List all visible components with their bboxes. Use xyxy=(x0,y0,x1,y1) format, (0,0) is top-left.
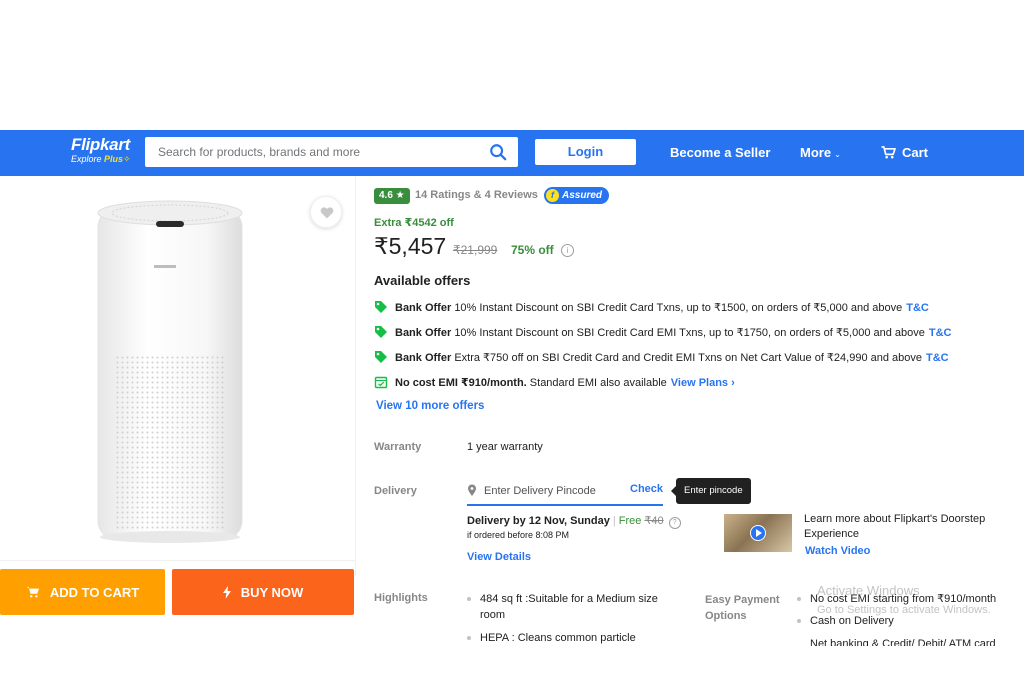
product-image[interactable] xyxy=(90,195,250,550)
become-seller-link[interactable]: Become a Seller xyxy=(670,145,770,160)
cart-icon xyxy=(881,146,896,159)
ratings-reviews-count[interactable]: 14 Ratings & 4 Reviews xyxy=(415,189,538,201)
offer-text: Standard EMI also available xyxy=(529,377,667,389)
terms-link[interactable]: T&C xyxy=(929,327,952,339)
terms-link[interactable]: T&C xyxy=(926,352,949,364)
offer-item: No cost EMI ₹910/month. Standard EMI als… xyxy=(374,375,735,389)
logo-brand: Flipkart xyxy=(71,135,131,154)
selling-price: ₹5,457 xyxy=(374,233,447,259)
offer-text: Extra ₹750 off on SBI Credit Card and Cr… xyxy=(454,352,923,364)
warranty-label: Warranty xyxy=(374,441,422,453)
search-input[interactable] xyxy=(145,137,480,167)
free-delivery-label: Free xyxy=(618,515,642,527)
cart-link[interactable]: Cart xyxy=(881,145,928,160)
login-button[interactable]: Login xyxy=(535,139,636,165)
more-label: More xyxy=(800,145,832,160)
plus-star-icon: ✧ xyxy=(123,154,131,164)
activate-windows-subtitle: Go to Settings to activate Windows. xyxy=(817,604,991,616)
more-menu[interactable]: More ⌄ xyxy=(800,145,841,160)
delivery-date-text: Delivery by 12 Nov, Sunday xyxy=(467,515,610,527)
offer-item: Bank Offer 10% Instant Discount on SBI C… xyxy=(374,300,929,314)
tagline-prefix: Explore xyxy=(71,154,102,164)
add-to-cart-button[interactable]: ADD TO CART xyxy=(0,569,165,615)
buy-now-label: BUY NOW xyxy=(240,584,304,600)
delivery-label: Delivery xyxy=(374,485,417,497)
logo-tagline: Explore Plus✧ xyxy=(71,154,131,165)
play-icon xyxy=(750,525,766,541)
terms-link[interactable]: T&C xyxy=(906,302,929,314)
activate-windows-title: Activate Windows xyxy=(817,583,920,598)
pincode-tooltip: Enter pincode xyxy=(671,478,751,504)
cart-label: Cart xyxy=(902,145,929,160)
offer-kind: Bank Offer xyxy=(395,352,452,364)
heart-icon xyxy=(320,207,334,219)
separator: | xyxy=(612,515,616,527)
ordered-before-note: if ordered before 8:08 PM xyxy=(467,530,570,540)
rating-value: 4.6 xyxy=(379,190,393,201)
location-pin-icon xyxy=(468,484,476,496)
flipkart-f-icon: f xyxy=(546,189,559,202)
offer-tag-icon xyxy=(375,326,387,338)
help-icon[interactable]: ? xyxy=(668,517,681,529)
extra-off-label: Extra ₹4542 off xyxy=(374,217,454,229)
search-bar xyxy=(145,137,518,167)
offer-item: Bank Offer Extra ₹750 off on SBI Credit … xyxy=(374,350,949,364)
tagline-plus: Plus xyxy=(104,154,124,164)
info-icon[interactable]: i xyxy=(561,244,574,257)
view-more-offers-link[interactable]: View 10 more offers xyxy=(376,400,484,412)
chevron-down-icon: ⌄ xyxy=(834,150,841,159)
warranty-value: 1 year warranty xyxy=(467,441,543,453)
payment-options-label: Easy Payment Options xyxy=(705,594,780,622)
flipkart-logo[interactable]: Flipkart Explore Plus✧ xyxy=(71,136,131,165)
assured-label: Assured xyxy=(562,190,603,201)
offers-title: Available offers xyxy=(374,273,471,288)
watch-video-link[interactable]: Watch Video xyxy=(805,545,870,557)
rating-badge[interactable]: 4.6 ★ xyxy=(374,188,410,204)
payment-item: Net banking & Credit/ Debit/ ATM card xyxy=(810,636,1020,646)
lightning-icon xyxy=(222,585,231,599)
offer-text: 10% Instant Discount on SBI Credit Card … xyxy=(454,327,925,339)
column-divider xyxy=(355,176,356,576)
search-icon[interactable] xyxy=(489,143,507,161)
discount-percent: 75% off xyxy=(511,243,554,257)
mrp-price: ₹21,999 xyxy=(453,243,498,257)
offer-kind: No cost EMI ₹910/month. xyxy=(395,377,527,389)
cart-icon xyxy=(26,586,39,598)
delivery-charge-strike: ₹40 xyxy=(644,515,664,527)
check-pincode-button[interactable]: Check xyxy=(630,483,663,495)
offer-kind: Bank Offer xyxy=(395,302,452,314)
image-divider xyxy=(0,560,355,561)
offer-text: 10% Instant Discount on SBI Credit Card … xyxy=(454,302,903,314)
delivery-date: Delivery by 12 Nov, Sunday | Free ₹40? xyxy=(467,514,681,529)
add-to-cart-label: ADD TO CART xyxy=(49,584,140,600)
view-details-link[interactable]: View Details xyxy=(467,551,531,563)
doorstep-experience-text: Learn more about Flipkart's Doorstep Exp… xyxy=(804,513,986,540)
pincode-input[interactable] xyxy=(484,481,624,501)
assured-badge: f Assured xyxy=(544,187,609,204)
highlights-label: Highlights xyxy=(374,592,428,604)
offer-kind: Bank Offer xyxy=(395,327,452,339)
offer-tag-icon xyxy=(375,351,387,363)
offer-tag-icon xyxy=(375,301,387,313)
emi-calendar-icon xyxy=(374,376,388,389)
wishlist-button[interactable] xyxy=(310,196,342,228)
view-plans-link[interactable]: View Plans › xyxy=(671,377,735,389)
highlight-item: 484 sq ft :Suitable for a Medium size ro… xyxy=(467,591,685,623)
offer-item: Bank Offer 10% Instant Discount on SBI C… xyxy=(374,325,951,339)
highlight-item: HEPA : Cleans common particle xyxy=(467,630,685,646)
video-thumbnail[interactable] xyxy=(724,514,792,552)
buy-now-button[interactable]: BUY NOW xyxy=(172,569,354,615)
